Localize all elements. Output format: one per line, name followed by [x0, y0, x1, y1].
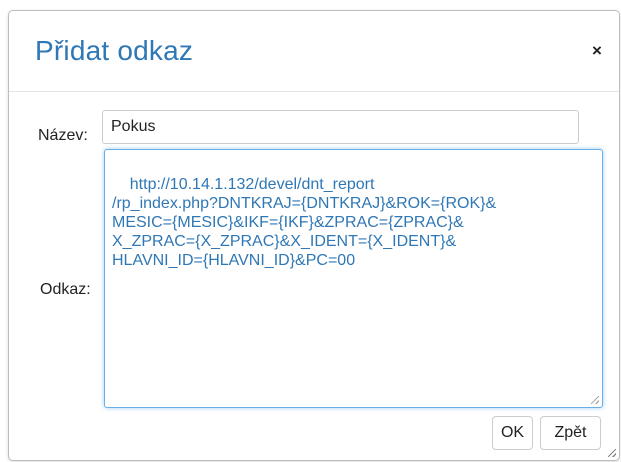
header-divider [9, 91, 619, 92]
name-input[interactable]: Pokus [102, 110, 579, 144]
link-label: Odkaz: [40, 281, 91, 298]
close-icon[interactable]: × [587, 41, 607, 61]
ok-button[interactable]: OK [492, 416, 533, 450]
link-text: http://10.14.1.132/devel/dnt_report /rp_… [112, 176, 497, 269]
dialog-resize-handle[interactable] [608, 449, 616, 457]
dialog-title: Přidat odkaz [35, 35, 194, 66]
textarea-resize-handle[interactable] [591, 396, 599, 404]
link-textarea[interactable]: http://10.14.1.132/devel/dnt_report /rp_… [104, 149, 603, 408]
add-link-dialog: Přidat odkaz × Název: Pokus Odkaz: http:… [8, 10, 620, 461]
name-label: Název: [38, 127, 88, 144]
back-button[interactable]: Zpět [540, 416, 601, 450]
